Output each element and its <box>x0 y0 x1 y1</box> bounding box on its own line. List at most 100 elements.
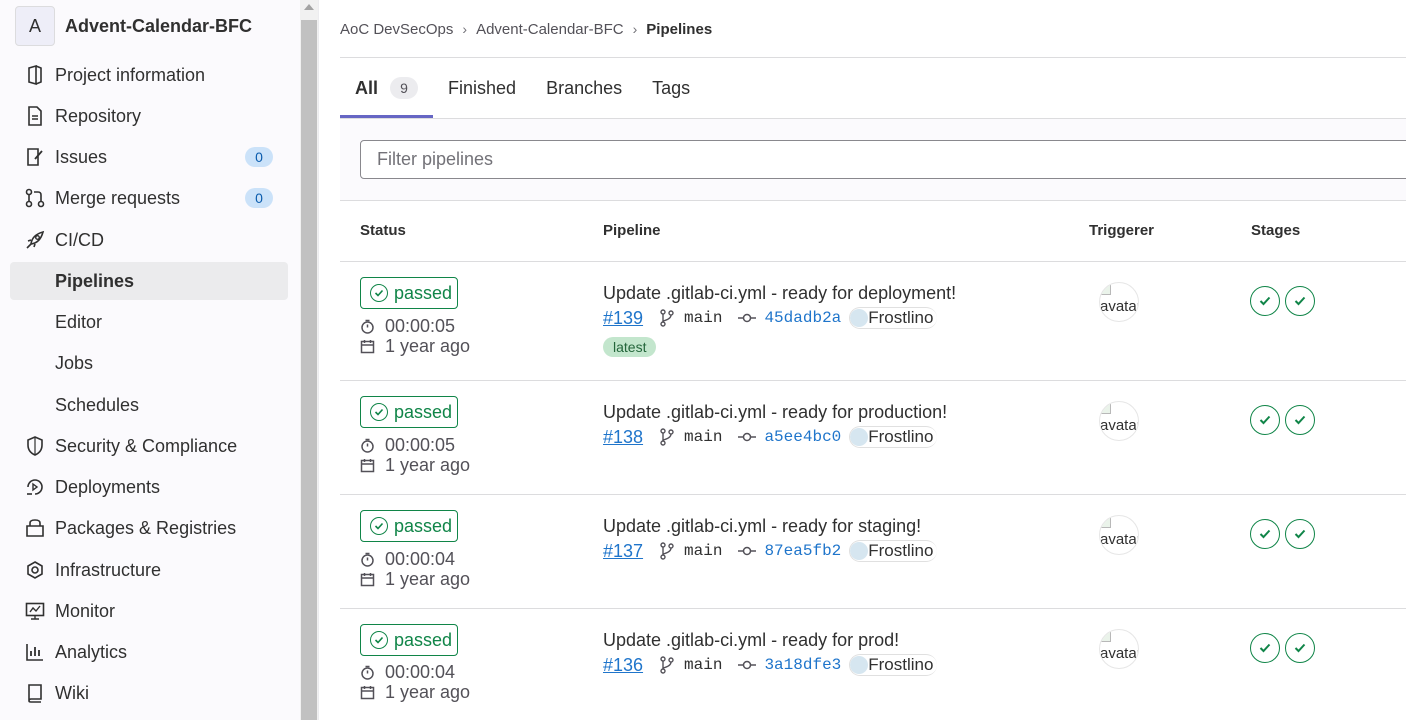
commit-author[interactable]: Frostlino <box>849 307 938 329</box>
tab-branches[interactable]: Branches <box>531 58 637 118</box>
sidebar-item-issues[interactable]: Issues 0 <box>10 138 288 176</box>
pipeline-id-link[interactable]: #137 <box>603 541 643 562</box>
pipeline-meta: #139 main 45dadb2a Frostlino <box>603 307 938 329</box>
status-badge[interactable]: passed <box>360 396 458 428</box>
branch-name[interactable]: main <box>684 656 722 674</box>
branch-icon <box>659 656 675 674</box>
commit-author[interactable]: Frostlino <box>849 654 938 676</box>
sidebar-item-jobs[interactable]: Jobs <box>10 344 288 382</box>
sidebar-item-ci-cd[interactable]: CI/CD <box>10 221 288 259</box>
sidebar-scrollbar[interactable] <box>300 0 318 720</box>
sidebar-item-editor[interactable]: Editor <box>10 303 288 341</box>
pipeline-id-link[interactable]: #139 <box>603 308 643 329</box>
branch-icon <box>659 542 675 560</box>
triggerer-avatar[interactable]: avatar <box>1099 629 1139 669</box>
pipeline-meta: #137 main 87ea5fb2 Frostlino <box>603 540 938 562</box>
sidebar-divider <box>318 0 319 720</box>
commit-sha-link[interactable]: a5ee4bc0 <box>764 428 841 446</box>
sidebar-item-label: CI/CD <box>55 229 104 250</box>
sidebar-item-project-information[interactable]: Project information <box>10 56 288 94</box>
tab-label: Tags <box>652 77 691 98</box>
tab-count-badge: 9 <box>390 77 419 99</box>
commit-icon <box>738 311 757 325</box>
pipeline-meta: #136 main 3a18dfe3 Frostlino <box>603 654 938 676</box>
sidebar-item-packages-registries[interactable]: Packages & Registries <box>10 509 288 547</box>
triggerer-avatar[interactable]: avatar <box>1099 282 1139 322</box>
sidebar-item-merge-requests[interactable]: Merge requests 0 <box>10 179 288 217</box>
breadcrumb-item-group[interactable]: AoC DevSecOps <box>340 21 453 38</box>
tab-finished[interactable]: Finished <box>433 58 531 118</box>
branch-name[interactable]: main <box>684 428 722 446</box>
commit-title[interactable]: Update .gitlab-ci.yml - ready for prod! <box>603 630 899 651</box>
commit-title[interactable]: Update .gitlab-ci.yml - ready for stagin… <box>603 516 921 537</box>
stage-success-icon[interactable] <box>1285 633 1315 663</box>
commit-title[interactable]: Update .gitlab-ci.yml - ready for produc… <box>603 402 947 423</box>
sidebar-item-label: Security & Compliance <box>55 435 238 456</box>
rocket-icon <box>24 229 46 251</box>
calendar-icon <box>360 685 375 700</box>
tab-tags[interactable]: Tags <box>637 58 705 118</box>
stage-success-icon[interactable] <box>1250 286 1280 316</box>
triggerer-avatar[interactable]: avatar <box>1099 515 1139 555</box>
stage-success-icon[interactable] <box>1285 286 1315 316</box>
status-badge[interactable]: passed <box>360 277 458 309</box>
project-name[interactable]: Advent-Calendar-BFC <box>65 16 252 37</box>
tab-all[interactable]: All 9 <box>340 58 434 118</box>
breadcrumb-item-project[interactable]: Advent-Calendar-BFC <box>476 21 624 38</box>
tab-label: Branches <box>546 77 623 98</box>
commit-author[interactable]: Frostlino <box>849 540 938 562</box>
timer-icon <box>360 438 375 453</box>
stage-success-icon[interactable] <box>1250 405 1280 435</box>
author-avatar <box>850 542 869 560</box>
timer-icon <box>360 665 375 680</box>
project-avatar[interactable]: A <box>15 6 55 46</box>
sidebar-item-monitor[interactable]: Monitor <box>10 592 288 630</box>
pipeline-id-link[interactable]: #138 <box>603 427 643 448</box>
stage-success-icon[interactable] <box>1250 519 1280 549</box>
sidebar-item-schedules[interactable]: Schedules <box>10 386 288 424</box>
triggerer-avatar[interactable]: avatar <box>1099 401 1139 441</box>
sidebar-item-analytics[interactable]: Analytics <box>10 633 288 671</box>
sidebar-item-repository[interactable]: Repository <box>10 97 288 135</box>
filter-pipelines-input[interactable] <box>360 140 1406 179</box>
commit-author[interactable]: Frostlino <box>849 426 938 448</box>
breadcrumb-item-current[interactable]: Pipelines <box>646 21 712 38</box>
commit-sha-link[interactable]: 87ea5fb2 <box>764 542 841 560</box>
sidebar-item-label: Project information <box>55 64 206 85</box>
commit-sha-link[interactable]: 3a18dfe3 <box>764 656 841 674</box>
branch-name[interactable]: main <box>684 542 722 560</box>
sidebar-item-pipelines[interactable]: Pipelines <box>10 262 288 300</box>
sidebar-item-wiki[interactable]: Wiki <box>10 674 288 712</box>
document-icon <box>24 105 46 127</box>
scrollbar-thumb[interactable] <box>301 20 317 720</box>
sidebar-item-infrastructure[interactable]: Infrastructure <box>10 551 288 589</box>
finished-value: 1 year ago <box>385 455 471 475</box>
status-badge[interactable]: passed <box>360 510 458 542</box>
stage-success-icon[interactable] <box>1285 405 1315 435</box>
finished-value: 1 year ago <box>385 682 471 702</box>
calendar-icon <box>360 572 375 587</box>
sidebar-item-deployments[interactable]: Deployments <box>10 468 288 506</box>
branch-icon <box>659 309 675 327</box>
author-name: Frostlino <box>868 308 934 327</box>
scroll-up-arrow[interactable] <box>304 4 314 10</box>
pipeline-meta: #138 main a5ee4bc0 Frostlino <box>603 426 938 448</box>
pipeline-id-link[interactable]: #136 <box>603 655 643 676</box>
commit-icon <box>738 430 757 444</box>
stage-success-icon[interactable] <box>1285 519 1315 549</box>
stage-success-icon[interactable] <box>1250 633 1280 663</box>
duration-value: 00:00:04 <box>385 549 456 569</box>
timer-icon <box>360 552 375 567</box>
sidebar-item-security-compliance[interactable]: Security & Compliance <box>10 427 288 465</box>
status-badge[interactable]: passed <box>360 624 458 656</box>
commit-title[interactable]: Update .gitlab-ci.yml - ready for deploy… <box>603 283 956 304</box>
duration-value: 00:00:05 <box>385 435 456 455</box>
stages <box>1250 286 1320 316</box>
commit-sha-link[interactable]: 45dadb2a <box>764 309 841 327</box>
status-label: passed <box>394 515 453 536</box>
status-success-icon <box>370 403 388 421</box>
table-row: passed 00:00:04 1 year ago Update .gitla… <box>340 609 1406 720</box>
project-header[interactable]: A Advent-Calendar-BFC <box>15 6 252 46</box>
branch-name[interactable]: main <box>684 309 722 327</box>
broken-image-icon <box>1101 630 1111 642</box>
